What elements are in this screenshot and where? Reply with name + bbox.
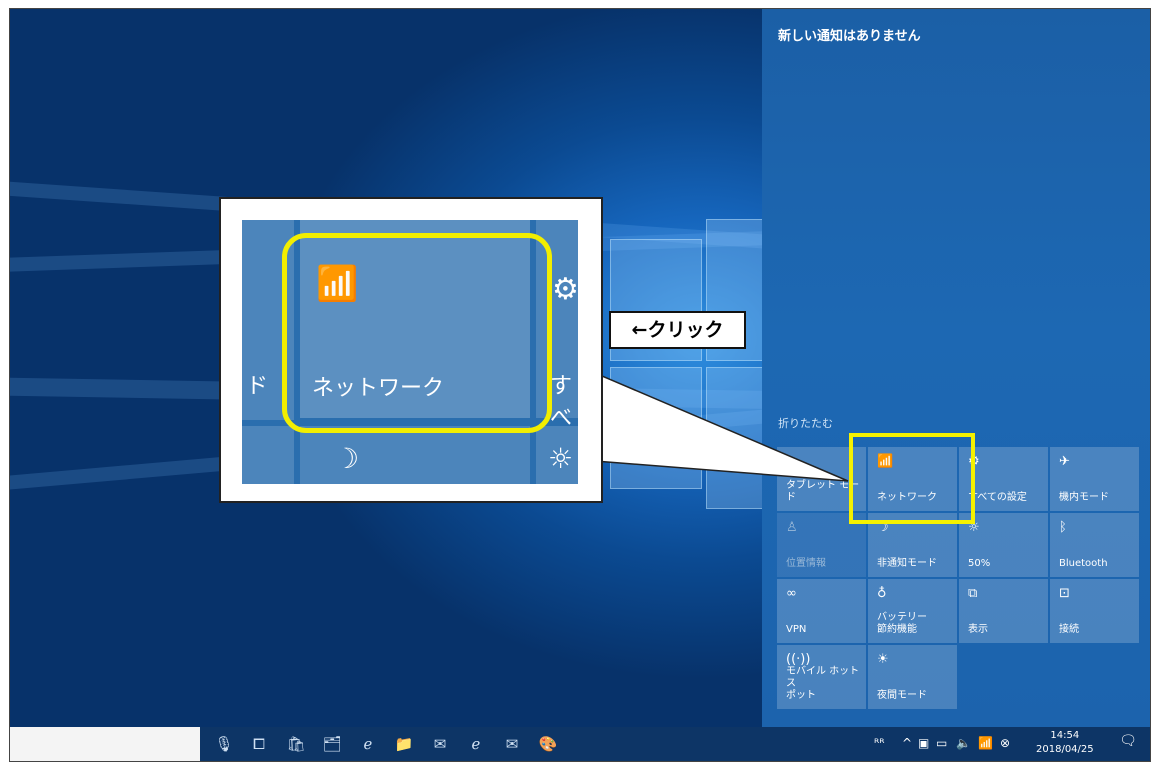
collapse-link[interactable]: 折りたたむ xyxy=(778,415,833,431)
mobile-hotspot-icon: ((·)) xyxy=(786,652,811,667)
tile-label: モバイル ホットス ポット xyxy=(786,666,860,701)
volume-icon[interactable]: 🔈 xyxy=(956,736,971,750)
tile-label: 50% xyxy=(968,558,991,569)
edge-icon[interactable]: ℯ xyxy=(356,732,380,756)
tile-label: VPN xyxy=(786,624,807,635)
quick-action-tile[interactable]: ✈ 機内モード xyxy=(1050,447,1139,511)
tile-label: 夜間モード xyxy=(877,690,927,701)
network-tile-highlight xyxy=(849,433,975,524)
zoom-highlight-ring xyxy=(282,233,552,433)
mail-icon[interactable]: ✉ xyxy=(500,732,524,756)
quick-action-tile[interactable]: ∞ VPN xyxy=(777,579,866,643)
people-icon[interactable]: ᴿᴿ xyxy=(874,736,885,750)
clock-time: 14:54 xyxy=(1050,730,1080,741)
click-instruction-label: ←クリック xyxy=(609,311,746,349)
network-icon: 📶 xyxy=(316,264,359,304)
taskbar-search-box[interactable] xyxy=(10,727,200,761)
quick-action-tile[interactable]: ᛒ Bluetooth xyxy=(1050,513,1139,577)
screen: 新しい通知はありません 折りたたむ タブレット モード 📶 ネットワーク ⚙ すべての設… xyxy=(9,8,1151,762)
store-icon[interactable]: 🛍 xyxy=(284,732,308,756)
quick-action-tile[interactable]: ⊡ 接続 xyxy=(1050,579,1139,643)
quick-action-tile[interactable]: ((·)) モバイル ホットス ポット xyxy=(777,645,866,709)
moon-icon: ☽ xyxy=(334,442,360,475)
quick-action-tile[interactable]: ♁ バッテリー 節約機能 xyxy=(868,579,957,643)
connect-icon: ⊡ xyxy=(1059,586,1070,601)
show-hidden-icons-chevron[interactable]: ^ xyxy=(902,736,912,750)
bluetooth-icon: ᛒ xyxy=(1059,520,1067,535)
project-icon: ⧉ xyxy=(968,586,978,601)
folder-app-icon[interactable]: 📁 xyxy=(392,732,416,756)
location-icon: ♙ xyxy=(786,520,798,535)
file-explorer-icon[interactable]: 🗂 xyxy=(320,732,344,756)
zoom-callout: 📶 ネットワーク ド すべ ⚙ ☽ ☼ xyxy=(219,197,603,503)
tile-label: 機内モード xyxy=(1059,492,1109,503)
clock-date: 2018/04/25 xyxy=(1036,744,1094,755)
no-notifications-text: 新しい通知はありません xyxy=(778,29,921,44)
gear-icon: ⚙ xyxy=(552,272,578,307)
battery-icon[interactable]: ▭ xyxy=(936,736,947,750)
network-tray-icon[interactable]: 📶 xyxy=(978,736,993,750)
internet-explorer-icon[interactable]: ℯ xyxy=(464,732,488,756)
zoom-network-label: ネットワーク xyxy=(312,376,445,401)
tile-label: すべての設定 xyxy=(968,492,1027,503)
quick-action-tile[interactable]: ⧉ 表示 xyxy=(959,579,1048,643)
night-light-icon: ☀ xyxy=(877,652,889,667)
taskbar: 🎙 ⧠ 🛍 🗂 ℯ 📁 ✉ ℯ ✉ 🎨 ᴿᴿ ^ ▣ ▭ 🔈 📶 ⊗ 14:54… xyxy=(10,727,1150,761)
task-view-icon[interactable]: ⧠ xyxy=(248,732,270,756)
zoom-fragment-left: ド xyxy=(246,374,269,399)
airplane-icon: ✈ xyxy=(1059,454,1070,469)
tile-label: 接続 xyxy=(1059,624,1079,635)
tile-label: 非通知モード xyxy=(877,558,937,569)
zoom-view: 📶 ネットワーク ド すべ ⚙ ☽ ☼ xyxy=(242,220,578,484)
zoom-fragment-right: すべ xyxy=(550,374,573,431)
tile-label: 位置情報 xyxy=(786,558,826,569)
action-center-panel: 新しい通知はありません 折りたたむ タブレット モード 📶 ネットワーク ⚙ すべての設… xyxy=(762,9,1150,727)
tile-label: バッテリー 節約機能 xyxy=(877,612,927,635)
action-center-button[interactable]: 🗨 xyxy=(1117,733,1139,753)
battery-saver-icon: ♁ xyxy=(877,586,887,601)
error-icon[interactable]: ⊗ xyxy=(1000,736,1010,750)
microphone-icon[interactable]: 🎙 xyxy=(214,732,234,756)
vpn-icon: ∞ xyxy=(786,586,797,601)
outlook-icon[interactable]: ✉ xyxy=(428,732,452,756)
paint-icon[interactable]: 🎨 xyxy=(536,732,560,756)
quick-action-tile[interactable]: ☀ 夜間モード xyxy=(868,645,957,709)
tile-label: 表示 xyxy=(968,624,988,635)
brightness-icon: ☼ xyxy=(548,442,574,475)
tile-label: Bluetooth xyxy=(1059,558,1108,569)
taskbar-clock[interactable]: 14:54 2018/04/25 xyxy=(1036,729,1094,757)
ime-icon[interactable]: ▣ xyxy=(918,736,929,750)
